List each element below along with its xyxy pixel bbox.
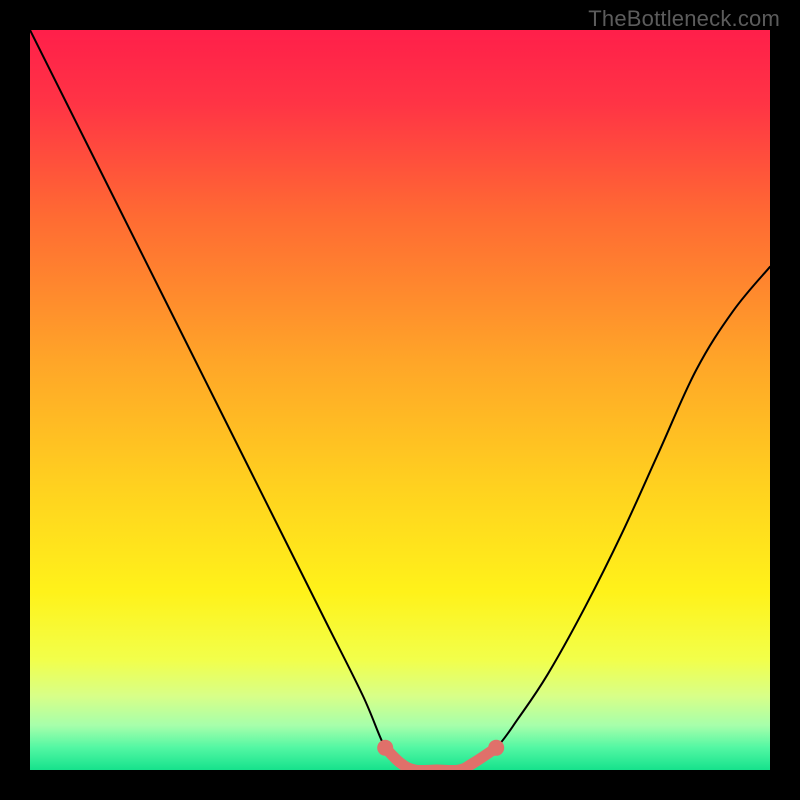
sweet-spot-segment [385,748,496,770]
watermark-text: TheBottleneck.com [588,6,780,32]
sweet-spot-start-dot [377,740,393,756]
bottleneck-curve [30,30,770,770]
plot-area [30,30,770,770]
sweet-spot-end-dot [488,740,504,756]
curve-line [30,30,770,770]
chart-frame: TheBottleneck.com [0,0,800,800]
